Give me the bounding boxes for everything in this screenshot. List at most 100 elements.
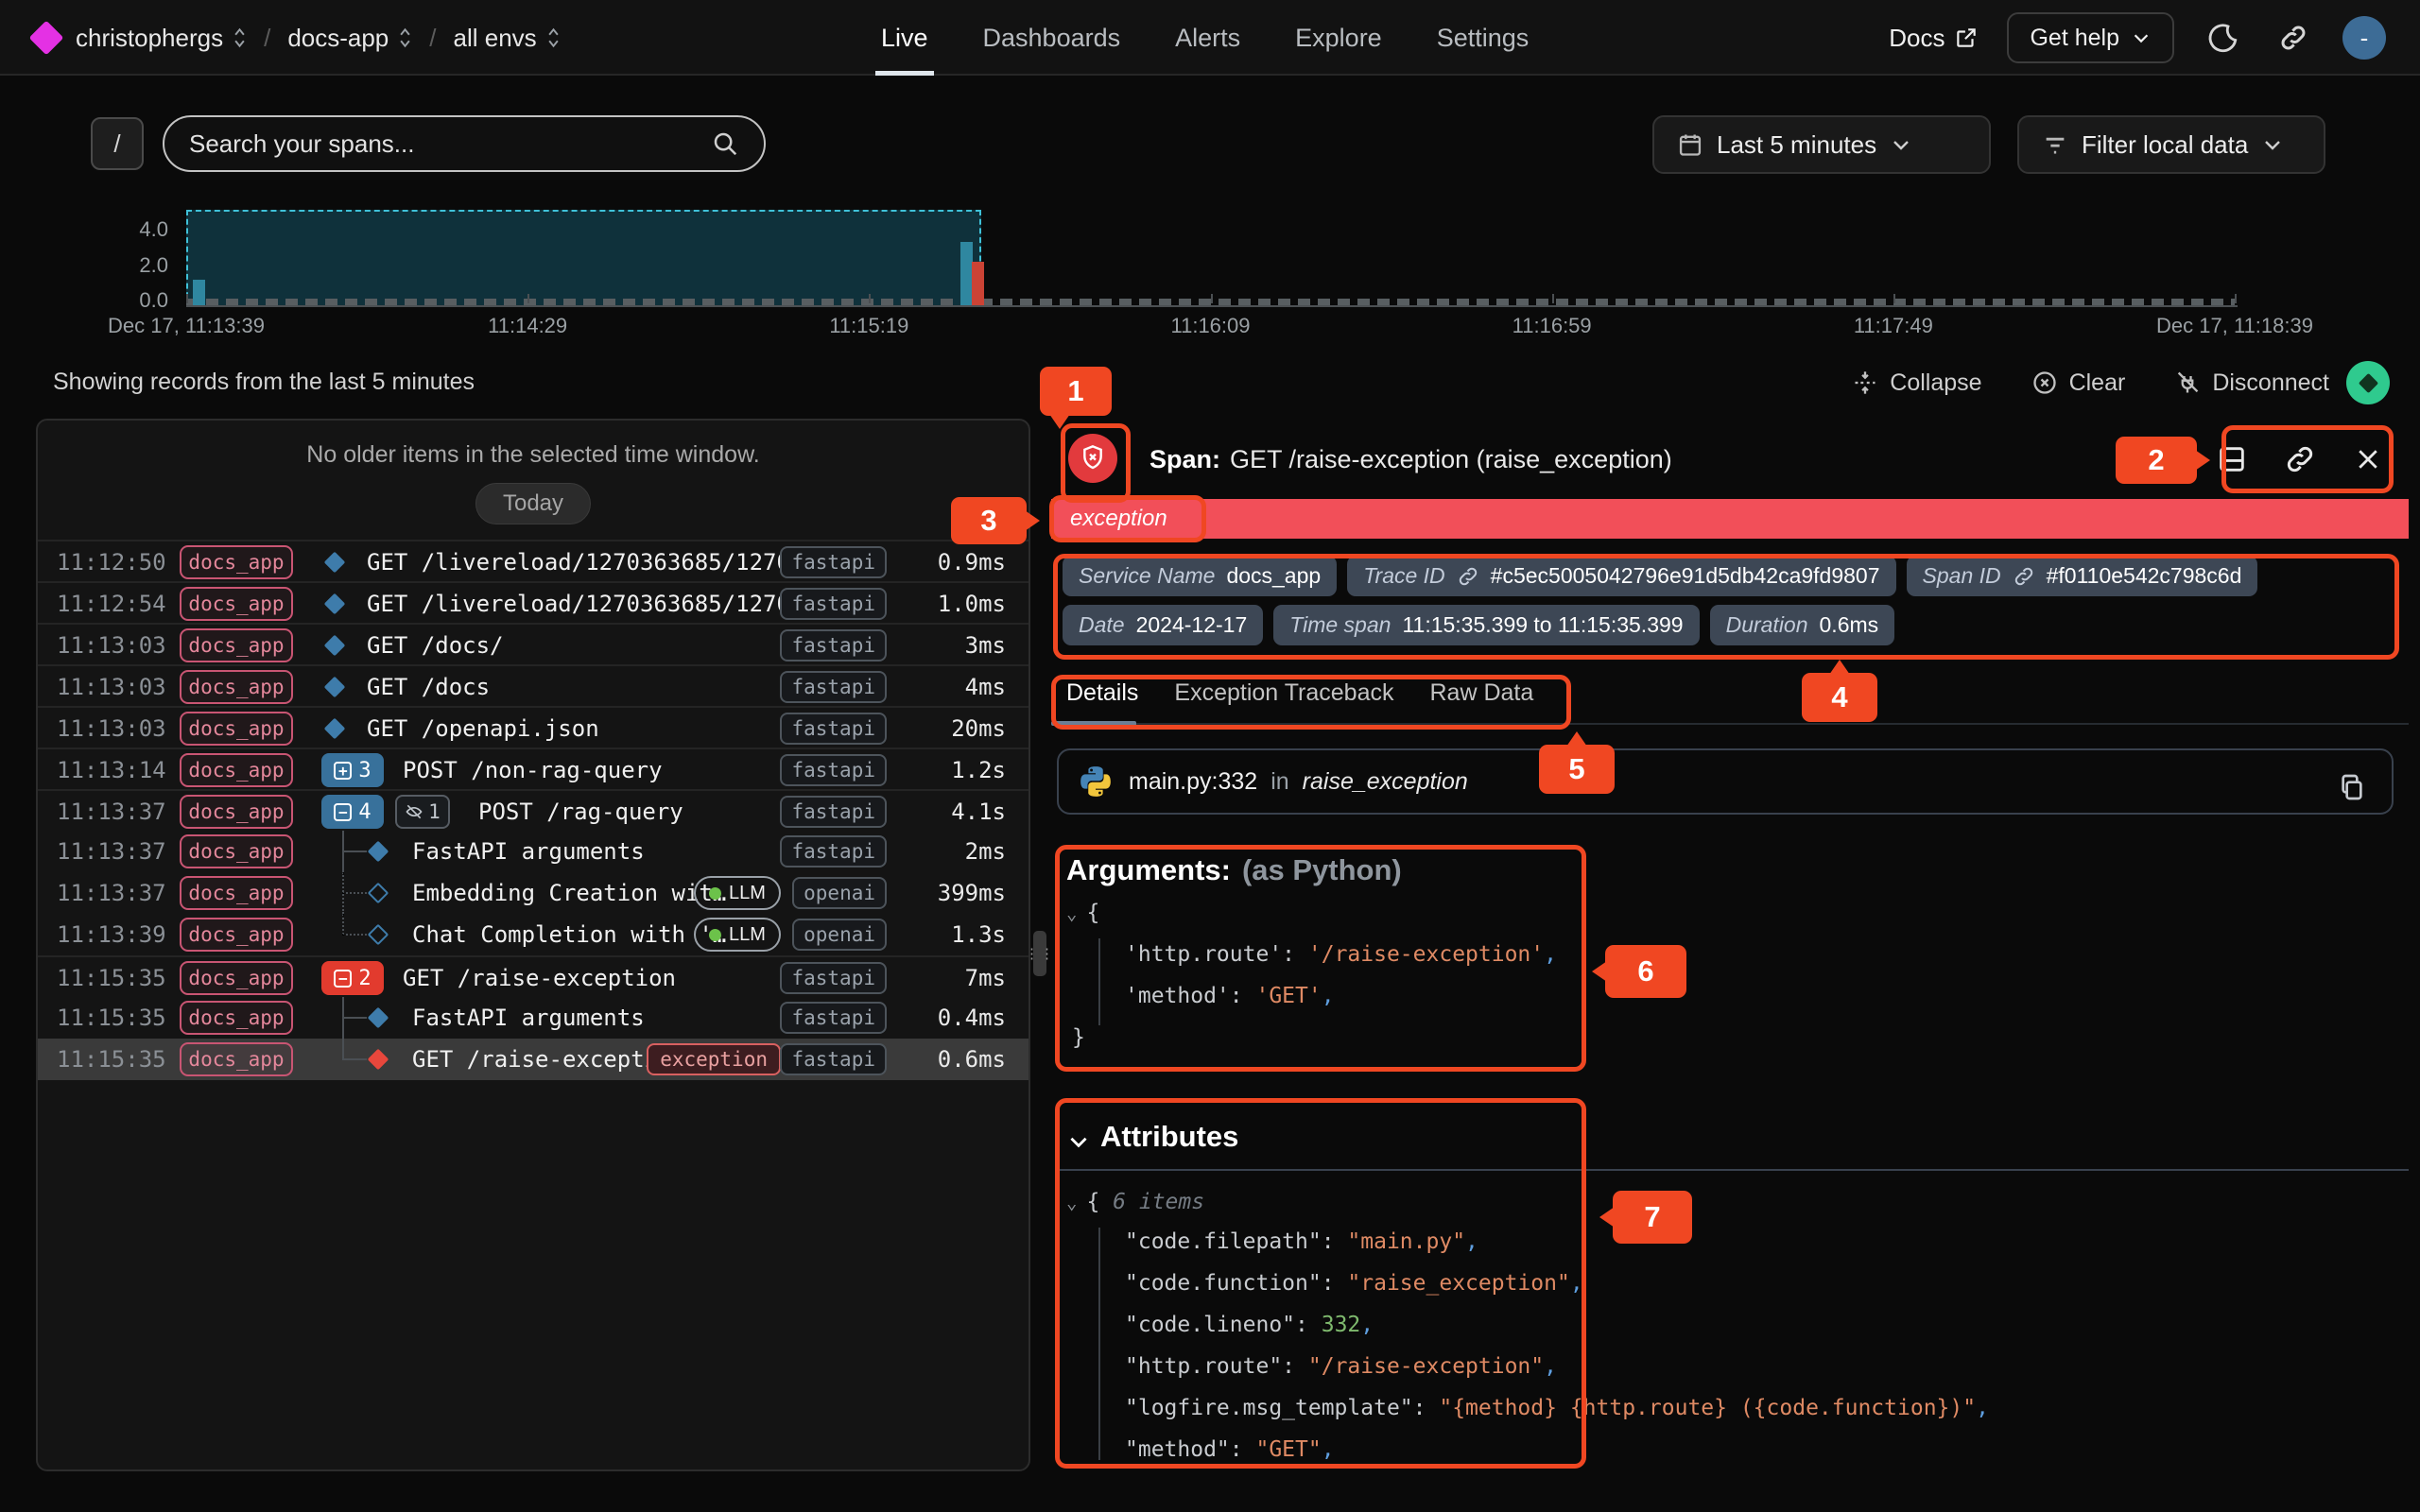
- span-row-time: 11:13:37: [57, 799, 166, 825]
- collapse-icon: [1852, 369, 1878, 396]
- x-tick-label: 11:17:49: [1854, 314, 1933, 338]
- project-selector[interactable]: docs-app: [287, 24, 412, 53]
- span-row-duration: 1.2s: [951, 757, 1006, 783]
- filter-local-data-dropdown[interactable]: Filter local data: [2017, 115, 2325, 174]
- nav-tab-dashboards[interactable]: Dashboards: [983, 0, 1121, 76]
- span-row-name: FastAPI arguments: [412, 838, 645, 865]
- logfire-live-view: christophergs / docs-app / all envs Live…: [0, 0, 2420, 1512]
- project-name: docs-app: [287, 24, 389, 53]
- llm-status-dot: [709, 929, 721, 941]
- llm-badge: LLM: [694, 876, 781, 910]
- span-row-duration: 7ms: [965, 965, 1006, 991]
- nav-tab-explore[interactable]: Explore: [1295, 0, 1382, 76]
- nav-tab-settings[interactable]: Settings: [1437, 0, 1530, 76]
- env-selector[interactable]: all envs: [454, 24, 561, 53]
- panel-resize-handle[interactable]: ⋮⋮: [1033, 931, 1046, 976]
- code-token: "GET": [1255, 1437, 1321, 1462]
- code-token: "logfire.msg_template": [1125, 1396, 1413, 1420]
- span-row-duration: 0.4ms: [938, 1005, 1006, 1031]
- span-row[interactable]: 11:15:35docs_app−2GET /raise-exceptionfa…: [38, 955, 1028, 997]
- span-row[interactable]: 11:13:03docs_appGET /docs/fastapi3ms: [38, 623, 1028, 664]
- span-row-time: 11:15:35: [57, 965, 166, 991]
- logfire-logo-icon[interactable]: [29, 21, 64, 56]
- nav-tab-alerts[interactable]: Alerts: [1175, 0, 1240, 76]
- llm-status-dot: [709, 887, 721, 900]
- span-row-time: 11:13:37: [57, 838, 166, 865]
- llm-badge: LLM: [694, 918, 781, 952]
- span-row[interactable]: 11:15:35docs_appGET /raise-exception …ex…: [38, 1039, 1028, 1080]
- tree-connector-vertical: [342, 914, 344, 935]
- chart-bar-spans[interactable]: [193, 280, 205, 305]
- org-selector[interactable]: christophergs: [76, 24, 247, 53]
- span-row-name: GET /raise-exception: [403, 965, 676, 991]
- annotation-label-1: 1: [1040, 367, 1112, 416]
- x-tick-label: Dec 17, 11:18:39: [2156, 314, 2313, 338]
- service-badge: docs_app: [180, 1001, 293, 1035]
- chevron-updown-icon: [233, 26, 247, 49]
- code-token: "code.filepath": [1125, 1229, 1322, 1254]
- span-row[interactable]: 11:13:03docs_appGET /docsfastapi4ms: [38, 664, 1028, 706]
- span-row[interactable]: 11:12:50docs_appGET /livereload/12703636…: [38, 540, 1028, 581]
- nav-tab-live[interactable]: Live: [881, 0, 928, 76]
- filter-icon: [2042, 131, 2068, 158]
- child-count-badge[interactable]: +3: [321, 753, 384, 787]
- chevron-down-icon: [1890, 133, 1912, 156]
- span-row-name: POST /rag-query: [478, 799, 683, 825]
- connection-status-indicator[interactable]: [2346, 361, 2390, 404]
- span-row[interactable]: 11:13:37docs_app−41POST /rag-queryfastap…: [38, 789, 1028, 831]
- span-row[interactable]: 11:13:39docs_appChat Completion with '…L…: [38, 914, 1028, 955]
- get-help-label: Get help: [2030, 25, 2119, 52]
- x-tick-label: 11:15:19: [829, 314, 908, 338]
- empty-window-notice: No older items in the selected time wind…: [38, 441, 1028, 469]
- code-token: "code.lineno": [1125, 1313, 1295, 1337]
- hidden-count: 1: [428, 800, 441, 823]
- chart-selection-region[interactable]: [186, 210, 981, 307]
- span-row[interactable]: 11:13:03docs_appGET /openapi.jsonfastapi…: [38, 706, 1028, 747]
- tree-connector-horizontal: [342, 892, 367, 894]
- code-token: :: [1295, 1313, 1322, 1337]
- code-token: ,: [1570, 1271, 1583, 1296]
- get-help-button[interactable]: Get help: [2007, 12, 2174, 63]
- span-row-time: 11:13:03: [57, 715, 166, 742]
- search-input[interactable]: [189, 129, 711, 159]
- child-count-badge[interactable]: −4: [321, 795, 384, 829]
- code-token: :: [1322, 1271, 1348, 1296]
- collapse-button[interactable]: Collapse: [1852, 369, 1981, 397]
- indent-guide: [1098, 1228, 1100, 1460]
- theme-toggle-button[interactable]: [2203, 17, 2244, 59]
- chart-bar-errors[interactable]: [972, 262, 984, 305]
- service-badge: docs_app: [180, 628, 293, 662]
- records-summary-text: Showing records from the last 5 minutes: [53, 369, 475, 396]
- span-row[interactable]: 11:13:14docs_app+3POST /non-rag-queryfas…: [38, 747, 1028, 789]
- span-row[interactable]: 11:13:37docs_appFastAPI argumentsfastapi…: [38, 831, 1028, 872]
- exception-row-badge: exception: [647, 1043, 781, 1075]
- hidden-spans-badge[interactable]: 1: [395, 795, 450, 829]
- docs-link[interactable]: Docs: [1889, 24, 1979, 53]
- moon-icon: [2207, 22, 2239, 54]
- span-histogram[interactable]: 4.02.00.0 Dec 17, 11:13:3911:14:2911:15:…: [0, 200, 2420, 359]
- time-range-dropdown[interactable]: Last 5 minutes: [1652, 115, 1991, 174]
- child-count-badge[interactable]: −2: [321, 961, 384, 995]
- disconnect-button[interactable]: Disconnect: [2174, 369, 2329, 397]
- span-row[interactable]: 11:15:35docs_appFastAPI argumentsfastapi…: [38, 997, 1028, 1039]
- span-row-duration: 0.6ms: [938, 1046, 1006, 1073]
- x-tick-mark: [1552, 294, 1554, 303]
- span-row[interactable]: 11:12:54docs_appGET /livereload/12703636…: [38, 581, 1028, 623]
- clear-icon: [2031, 369, 2058, 396]
- span-row[interactable]: 11:13:37docs_appEmbedding Creation wit…L…: [38, 872, 1028, 914]
- today-pill[interactable]: Today: [475, 483, 591, 524]
- span-row-name: GET /docs/: [367, 632, 504, 659]
- span-diamond-icon: [324, 552, 346, 574]
- top-nav: christophergs / docs-app / all envs Live…: [0, 0, 2420, 76]
- share-link-button[interactable]: [2273, 17, 2314, 59]
- span-row-name: Chat Completion with '…: [412, 921, 726, 948]
- chevron-down-icon: [2261, 133, 2284, 156]
- clear-button[interactable]: Clear: [2031, 369, 2126, 397]
- span-diamond-outline-icon: [368, 924, 389, 946]
- avatar[interactable]: -: [2342, 16, 2386, 60]
- chart-plot-area[interactable]: [186, 212, 2235, 305]
- span-row-time: 11:13:37: [57, 880, 166, 906]
- framework-badge: fastapi: [780, 713, 887, 745]
- span-row-name: GET /docs: [367, 674, 490, 700]
- framework-badge: fastapi: [780, 835, 887, 868]
